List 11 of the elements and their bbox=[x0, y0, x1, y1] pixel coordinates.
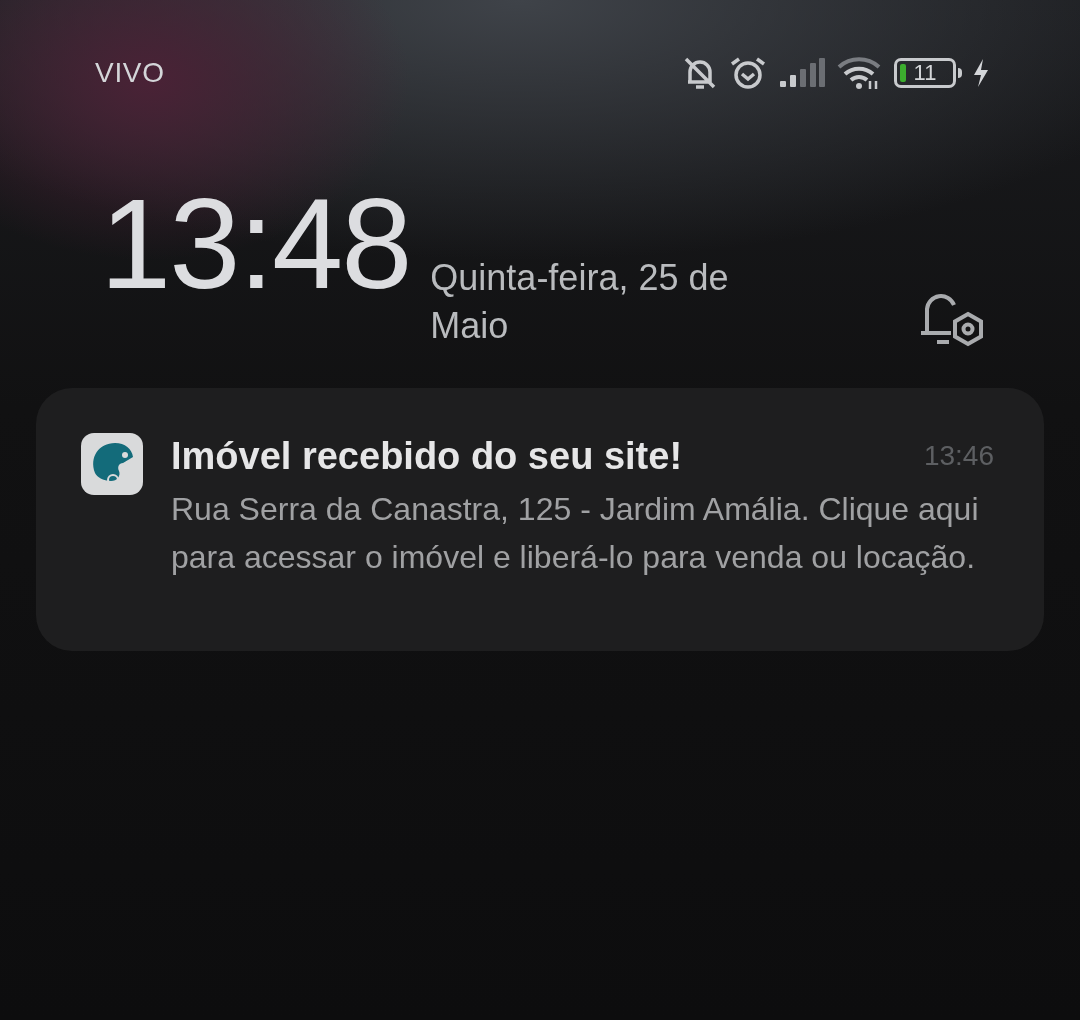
alarm-clock-icon bbox=[728, 55, 768, 91]
bell-off-icon bbox=[682, 55, 718, 91]
notification-time: 13:46 bbox=[923, 439, 994, 473]
app-icon bbox=[81, 433, 143, 495]
clock-time: 13:48 bbox=[100, 184, 411, 304]
date-text: Quinta-feira, 25 de Maio bbox=[430, 256, 730, 348]
notification-body: Rua Serra da Canastra, 125 - Jardim Amália. Clique aqui para acessar o imóvel e liberá-lo para venda ou locação. bbox=[171, 490, 980, 577]
notification-card[interactable]: Imóvel recebido do seu site! 13:46 Rua Serra da Canastra, 125 - Jardim Amália. Clique aqui para acessar o imóvel e liberá-lo para venda ou locação. bbox=[36, 388, 1044, 651]
notification-title: Imóvel recebido do seu site! bbox=[171, 434, 683, 479]
carrier-name: VIVO bbox=[95, 56, 165, 90]
signal-icon bbox=[778, 57, 826, 89]
